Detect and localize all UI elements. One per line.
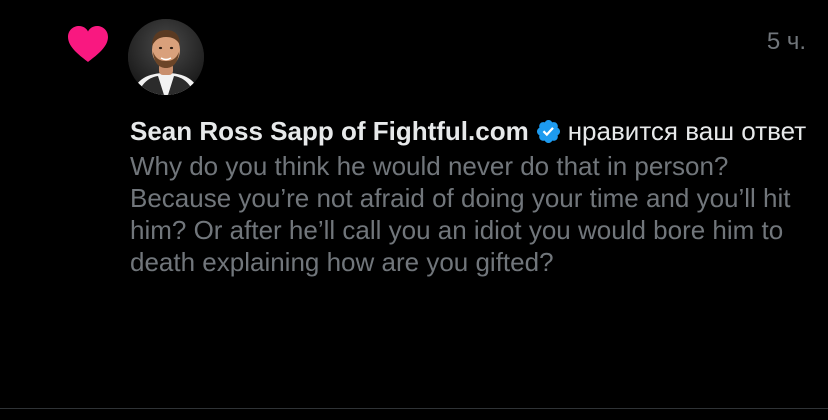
notification-headline: Sean Ross Sapp of Fightful.com нравится в… [130, 114, 810, 148]
notification-content: Sean Ross Sapp of Fightful.com нравится в… [130, 114, 810, 278]
timestamp: 5 ч. [766, 28, 806, 55]
action-text: нравится ваш ответ [567, 116, 807, 146]
author-name[interactable]: Sean Ross Sapp of Fightful.com [130, 116, 529, 146]
heart-icon [66, 24, 110, 64]
reply-preview-text[interactable]: Why do you think he would never do that … [130, 150, 810, 278]
like-notification[interactable]: 5 ч. Sean Ross Sapp of Fightful.com нрави… [0, 0, 828, 408]
divider [0, 408, 828, 409]
avatar[interactable] [128, 19, 204, 95]
verified-badge-icon [535, 118, 562, 145]
